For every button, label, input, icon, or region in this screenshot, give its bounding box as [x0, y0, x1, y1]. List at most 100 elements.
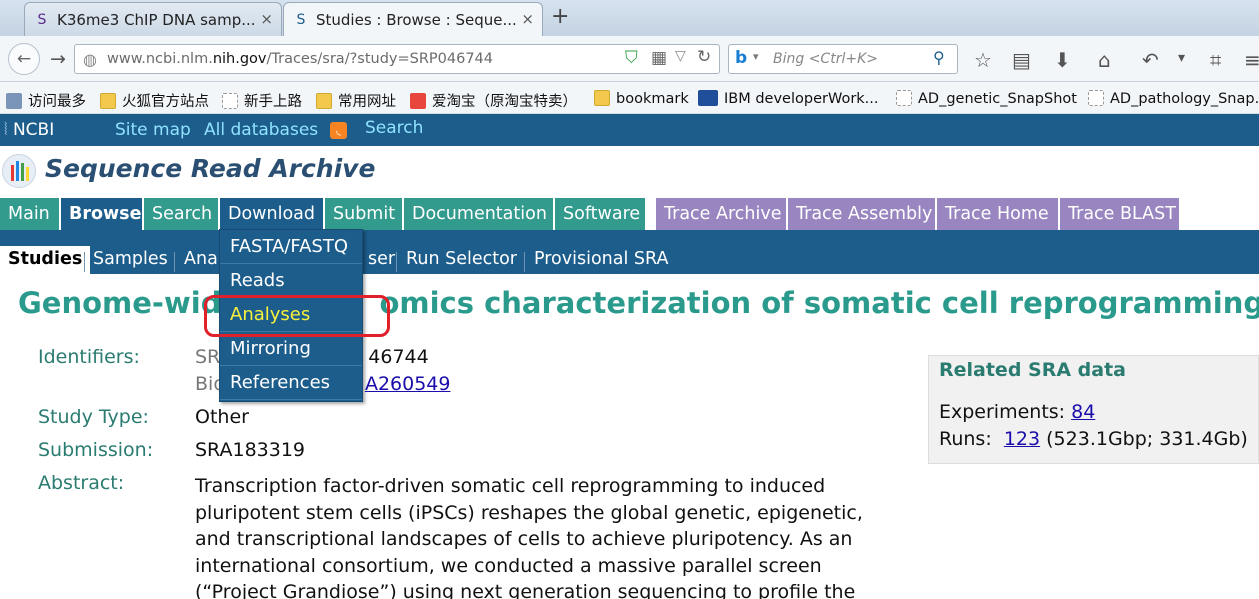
abstract-label: Abstract:: [38, 472, 125, 494]
menu-browse[interactable]: Browse: [61, 198, 143, 230]
url-bar[interactable]: ◍ www.ncbi.nlm.nih.gov/Traces/sra/?study…: [74, 44, 720, 74]
bookmark-getting-started[interactable]: 新手上路: [222, 90, 302, 111]
bing-icon: b: [735, 48, 748, 68]
browse-submenu: Studies Samples Ana ser Run Selector Pro…: [0, 230, 1259, 276]
sra-title[interactable]: Sequence Read Archive: [45, 154, 375, 183]
menu-submit[interactable]: Submit: [325, 198, 403, 230]
subtab-provisional-sra[interactable]: Provisional SRA: [526, 246, 676, 276]
favicon-icon: S: [296, 12, 306, 28]
reload-icon[interactable]: ↻: [697, 47, 711, 67]
undo-icon[interactable]: ↶: [1142, 48, 1159, 72]
dropdown-references[interactable]: References: [220, 366, 362, 400]
dropdown-fasta-fastq[interactable]: FASTA/FASTQ: [220, 230, 362, 264]
close-icon[interactable]: ×: [260, 10, 273, 28]
bookmark-ad-pathology[interactable]: AD_pathology_Snap...: [1088, 90, 1259, 107]
all-databases-link[interactable]: All databases: [204, 120, 318, 140]
menu-trace-blast[interactable]: Trace BLAST: [1060, 198, 1180, 230]
experiments-link[interactable]: 84: [1071, 401, 1095, 423]
page-icon: [1088, 90, 1104, 106]
menu-trace-home[interactable]: Trace Home: [937, 198, 1059, 230]
shield-icon[interactable]: ⛉: [625, 48, 638, 68]
folder-icon: [594, 90, 610, 106]
tab-title: Studies : Browse : Seque...: [316, 11, 517, 29]
browser-tab-strip: S K36me3 ChIP DNA samp... × S Studies : …: [0, 0, 1259, 36]
ncbi-header: ⦚ NCBI Site map All databases ◟ Search: [0, 114, 1259, 146]
menu-trace-archive[interactable]: Trace Archive: [656, 198, 787, 230]
search-box[interactable]: b ▾ Bing <Ctrl+K> ⚲: [728, 44, 958, 74]
menu-search[interactable]: Search: [144, 198, 219, 230]
back-button[interactable]: ←: [8, 43, 40, 75]
qr-code-icon[interactable]: ▦: [651, 48, 667, 68]
bookmark-ibm[interactable]: IBM developerWork...: [698, 90, 879, 107]
experiments-row: Experiments: 84: [939, 401, 1096, 423]
favicon-icon: S: [37, 12, 47, 28]
menu-main[interactable]: Main: [0, 198, 60, 230]
identifiers-label: Identifiers:: [38, 346, 140, 368]
ibm-icon: [698, 90, 718, 106]
home-icon[interactable]: ⌂: [1098, 48, 1111, 72]
url-host-prefix: www.ncbi.nlm.: [107, 51, 213, 67]
main-menu: Main Browse Search Download Submit Docum…: [0, 194, 1259, 230]
globe-icon: ◍: [83, 50, 97, 69]
bookmark-aitaobao[interactable]: 爱淘宝（原淘宝特卖）: [410, 90, 577, 111]
close-icon[interactable]: ×: [521, 10, 534, 28]
dropdown-mirroring[interactable]: Mirroring: [220, 332, 362, 366]
browser-tab-1[interactable]: S K36me3 ChIP DNA samp... ×: [24, 2, 282, 36]
bookmark-bookmark[interactable]: bookmark: [594, 90, 689, 107]
bookmark-firefox-official[interactable]: 火狐官方站点: [100, 90, 209, 111]
reading-list-icon[interactable]: ▤: [1012, 48, 1031, 72]
menu-documentation[interactable]: Documentation: [404, 198, 554, 230]
bookmark-ad-genetic[interactable]: AD_genetic_SnapShot: [896, 90, 1077, 107]
dropdown-icon[interactable]: ▽: [675, 48, 686, 64]
sra-logo-icon: [2, 154, 36, 188]
menu-software[interactable]: Software: [555, 198, 646, 230]
folder-icon: [316, 93, 332, 109]
separator: [396, 252, 397, 272]
crop-icon[interactable]: ⌗: [1210, 48, 1221, 72]
search-placeholder: Bing <Ctrl+K>: [773, 51, 878, 67]
search-icon[interactable]: ⚲: [933, 48, 945, 67]
menu-download[interactable]: Download: [220, 198, 324, 230]
related-title: Related SRA data: [939, 359, 1126, 381]
menu-icon[interactable]: ≡: [1244, 48, 1259, 72]
forward-arrow-icon: →: [50, 48, 66, 70]
page-icon: [222, 93, 238, 109]
subtab-samples[interactable]: Samples: [85, 246, 176, 276]
abstract-text: Transcription factor-driven somatic cell…: [195, 475, 863, 599]
dropdown-reads[interactable]: Reads: [220, 264, 362, 298]
navigation-toolbar: ← → ◍ www.ncbi.nlm.nih.gov/Traces/sra/?s…: [0, 36, 1259, 82]
engine-dropdown-icon[interactable]: ▾: [753, 50, 759, 63]
folder-icon: [100, 93, 116, 109]
study-type-label: Study Type:: [38, 406, 149, 428]
ncbi-logo[interactable]: ⦚ NCBI: [4, 120, 54, 140]
new-tab-button[interactable]: +: [551, 4, 569, 29]
forward-button[interactable]: →: [50, 48, 66, 70]
url-path: /Traces/sra/?study=SRP046744: [266, 51, 494, 67]
highlight-annotation: [204, 295, 390, 337]
browser-tab-2[interactable]: S Studies : Browse : Seque... ×: [283, 2, 543, 36]
search-link[interactable]: Search: [365, 118, 423, 138]
subtab-run-selector[interactable]: Run Selector: [398, 246, 525, 276]
menu-trace-assembly[interactable]: Trace Assembly: [788, 198, 936, 230]
gear-icon: [6, 93, 22, 109]
tab-title: K36me3 ChIP DNA samp...: [57, 11, 256, 29]
dna-icon: ⦚: [4, 120, 13, 140]
chevron-down-icon[interactable]: ▾: [1178, 50, 1185, 66]
back-arrow-icon: ←: [16, 49, 32, 69]
separator: [524, 252, 525, 272]
runs-row: Runs: 123 (523.1Gbp; 331.4Gb): [939, 428, 1248, 450]
download-icon[interactable]: ⬇: [1054, 48, 1071, 72]
bookmark-most-visited[interactable]: 访问最多: [6, 90, 86, 111]
site-map-link[interactable]: Site map: [115, 120, 191, 140]
bookmark-common-sites[interactable]: 常用网址: [316, 90, 396, 111]
separator: [174, 252, 175, 272]
rss-icon[interactable]: ◟: [330, 122, 347, 139]
runs-link[interactable]: 123: [1004, 428, 1040, 450]
sra-banner: Sequence Read Archive: [0, 146, 1259, 194]
star-icon[interactable]: ☆: [974, 48, 992, 72]
bookmarks-toolbar: 访问最多 火狐官方站点 新手上路 常用网址 爱淘宝（原淘宝特卖） bookmar…: [0, 82, 1259, 114]
subtab-studies[interactable]: Studies: [0, 246, 91, 276]
submission-value: SRA183319: [195, 439, 306, 461]
page-icon: [896, 90, 912, 106]
taobao-icon: [410, 93, 426, 109]
